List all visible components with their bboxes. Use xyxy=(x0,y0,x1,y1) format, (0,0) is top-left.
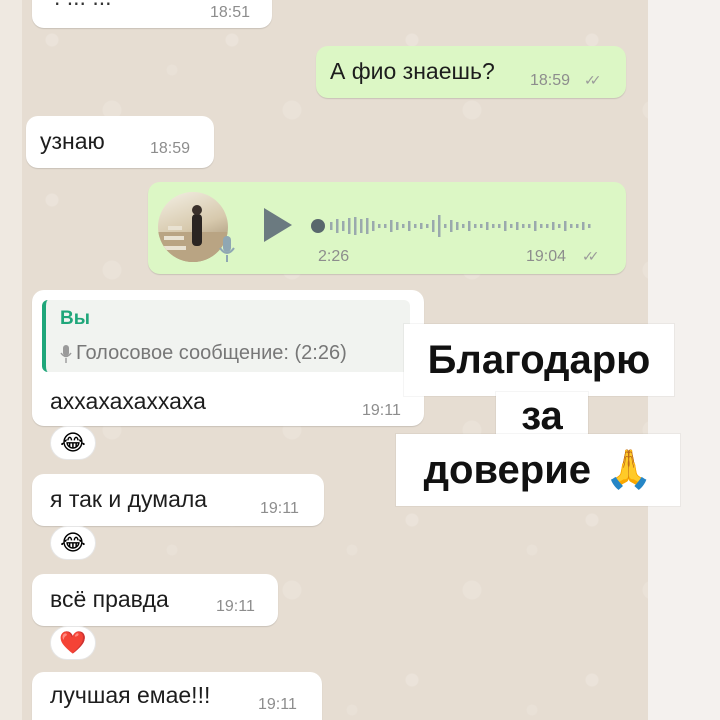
message-bubble-incoming[interactable]: всё правда 19:11 xyxy=(32,574,278,626)
double-check-icon: ✓✓ xyxy=(582,248,600,264)
message-time: 18:51 xyxy=(210,4,251,21)
message-time: 19:11 xyxy=(362,402,401,419)
caption-line-2: за xyxy=(496,392,588,440)
message-bubble-incoming[interactable]: я так и думала 19:11 xyxy=(32,474,324,526)
message-time: 19:11 xyxy=(216,598,255,615)
message-time: 19:11 xyxy=(260,500,299,517)
caption-line-3-text: доверие xyxy=(423,447,592,492)
play-icon[interactable] xyxy=(264,208,292,242)
message-time: 19:04 xyxy=(526,248,567,265)
quote-text: Голосовое сообщение: (2:26) xyxy=(76,342,347,364)
message-time: 18:59 xyxy=(150,140,191,157)
waveform-slider[interactable] xyxy=(308,212,608,240)
message-text: узнаю xyxy=(40,128,105,154)
message-text: аххахахаххаха xyxy=(50,388,206,414)
reaction-emoji[interactable]: 😂 xyxy=(50,426,96,460)
message-bubble-top-partial[interactable]: . ... ... 18:51 xyxy=(32,0,272,28)
message-bubble-incoming[interactable]: лучшая емае!!! 19:11 xyxy=(32,672,322,720)
message-bubble-outgoing[interactable]: А фио знаешь? 18:59 ✓✓ xyxy=(316,46,626,98)
message-time: 18:59 xyxy=(530,72,571,89)
caption-line-3: доверие 🙏 xyxy=(396,434,680,506)
message-text: А фио знаешь? xyxy=(330,58,495,84)
message-text: я так и думала xyxy=(50,486,208,512)
voice-message-bubble[interactable]: 2:26 19:04 ✓✓ xyxy=(148,182,626,274)
message-bubble-incoming[interactable]: узнаю 18:59 xyxy=(26,116,214,168)
message-text: лучшая емае!!! xyxy=(50,682,211,708)
reaction-emoji[interactable]: 😂 xyxy=(50,526,96,560)
pray-hands-icon: 🙏 xyxy=(605,449,653,491)
mic-icon xyxy=(219,236,235,262)
quoted-message[interactable]: Вы Голосовое сообщение: (2:26) xyxy=(42,300,410,372)
mic-icon xyxy=(60,345,72,363)
message-time: 19:11 xyxy=(258,696,297,713)
reaction-emoji[interactable]: ❤️ xyxy=(50,626,96,660)
quote-author: Вы xyxy=(60,308,90,329)
double-check-icon: ✓✓ xyxy=(584,72,602,88)
message-text: всё правда xyxy=(50,586,169,612)
caption-line-1: Благодарю xyxy=(404,324,674,396)
voice-duration: 2:26 xyxy=(318,248,350,265)
partial-text: . ... ... xyxy=(54,0,112,11)
